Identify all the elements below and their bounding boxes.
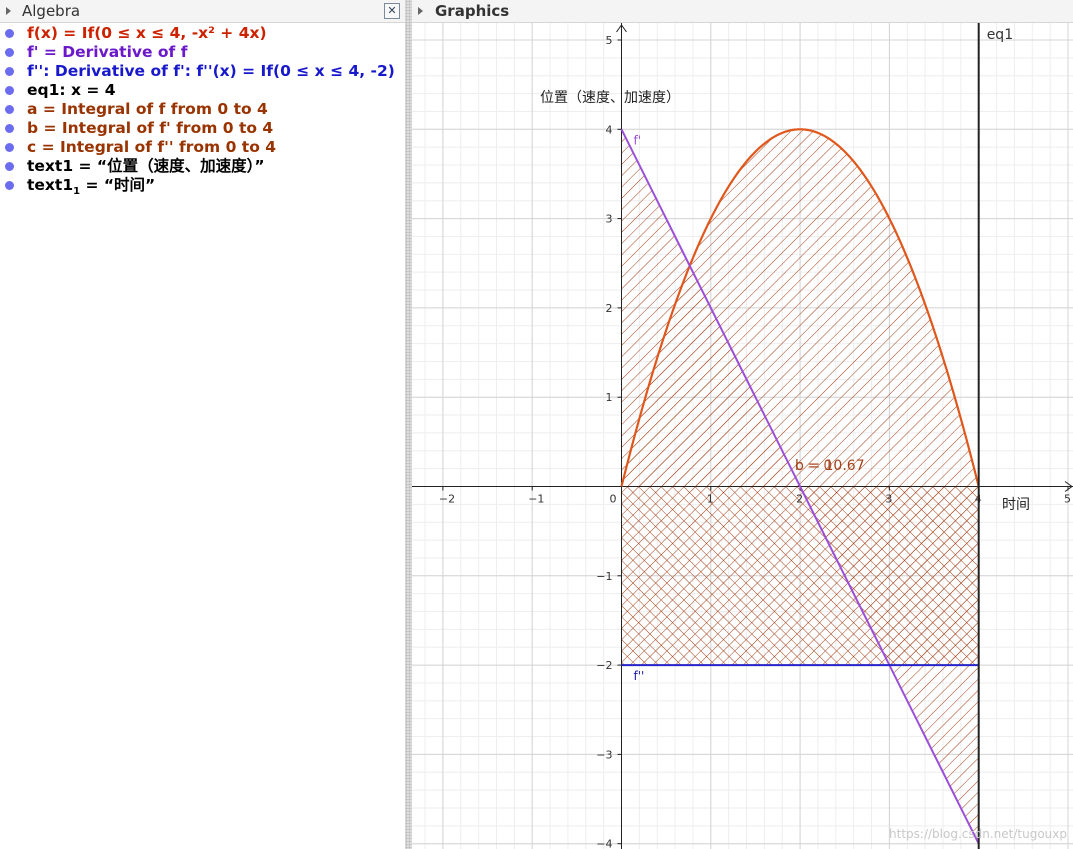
visibility-dot-icon[interactable] [5,86,14,95]
algebra-item-a[interactable]: a = Integral of f from 0 to 4 [0,100,405,119]
graphics-title: Graphics [435,2,510,20]
text1-1-value: = “时间” [80,176,156,194]
algebra-item-text1-1[interactable]: text11 = “时间” [0,176,405,197]
graphics-panel: Graphics −2−1012345−4−3−2−112345eq1位置（速度… [412,0,1073,849]
y-tick-label: −4 [596,838,612,849]
y-tick-label: −1 [596,570,612,583]
visibility-dot-icon[interactable] [5,124,14,133]
fdoubleprime-label: f'' [634,669,645,683]
visibility-dot-icon[interactable] [5,29,14,38]
visibility-dot-icon[interactable] [5,181,14,190]
x-tick-label: 0 [610,493,617,506]
integral-c-region-b [621,486,979,666]
collapse-triangle-icon[interactable] [418,7,423,15]
graphics-header: Graphics [412,0,1073,23]
close-icon[interactable]: ✕ [384,3,400,19]
y-tick-label: 4 [606,123,613,136]
x-tick-label: −2 [439,493,455,506]
x-tick-label: 5 [1064,493,1071,506]
x-tick-label: −1 [528,493,544,506]
text1-label: 位置（速度、加速度） [540,90,680,106]
y-tick-label: −3 [596,748,612,761]
algebra-header: Algebra ✕ [0,0,405,23]
x-tick-label: 3 [885,493,892,506]
collapse-triangle-icon[interactable] [6,7,11,15]
visibility-dot-icon[interactable] [5,105,14,114]
text1-1-name: text1 [27,176,74,194]
visibility-dot-icon[interactable] [5,67,14,76]
algebra-item-fprime[interactable]: f' = Derivative of f [0,43,405,62]
algebra-item-b[interactable]: b = Integral of f' from 0 to 4 [0,119,405,138]
algebra-item-c[interactable]: c = Integral of f'' from 0 to 4 [0,138,405,157]
y-tick-label: 3 [606,213,613,226]
graphics-canvas[interactable]: −2−1012345−4−3−2−112345eq1位置（速度、加速度）时间f'… [412,23,1073,849]
y-tick-label: −2 [596,659,612,672]
panel-splitter[interactable] [405,0,412,849]
y-tick-label: 2 [606,302,613,315]
integral-value-label-overlay: c = 0 [795,458,832,474]
watermark: https://blog.csdn.net/tugouxp [889,827,1067,841]
eq1-label: eq1 [987,27,1013,43]
fprime-label: f' [634,133,642,147]
visibility-dot-icon[interactable] [5,48,14,57]
algebra-item-eq1[interactable]: eq1: x = 4 [0,81,405,100]
visibility-dot-icon[interactable] [5,143,14,152]
algebra-item-fdoubleprime[interactable]: f'': Derivative of f': f''(x) = If(0 ≤ x… [0,62,405,81]
text1-1-label: 时间 [1002,497,1030,513]
plot-svg[interactable]: −2−1012345−4−3−2−112345eq1位置（速度、加速度）时间f'… [412,23,1073,849]
algebra-list: f(x) = If(0 ≤ x ≤ 4, -x² + 4x) f' = Deri… [0,24,405,197]
x-tick-label: 1 [707,493,714,506]
y-tick-label: 1 [606,391,613,404]
algebra-item-text1[interactable]: text1 = “位置（速度、加速度）” [0,157,405,176]
visibility-dot-icon[interactable] [5,162,14,171]
algebra-title: Algebra [22,2,81,20]
algebra-panel: Algebra ✕ f(x) = If(0 ≤ x ≤ 4, -x² + 4x)… [0,0,405,849]
x-tick-label: 2 [796,493,803,506]
y-tick-label: 5 [606,34,613,47]
algebra-item-f[interactable]: f(x) = If(0 ≤ x ≤ 4, -x² + 4x) [0,24,405,43]
